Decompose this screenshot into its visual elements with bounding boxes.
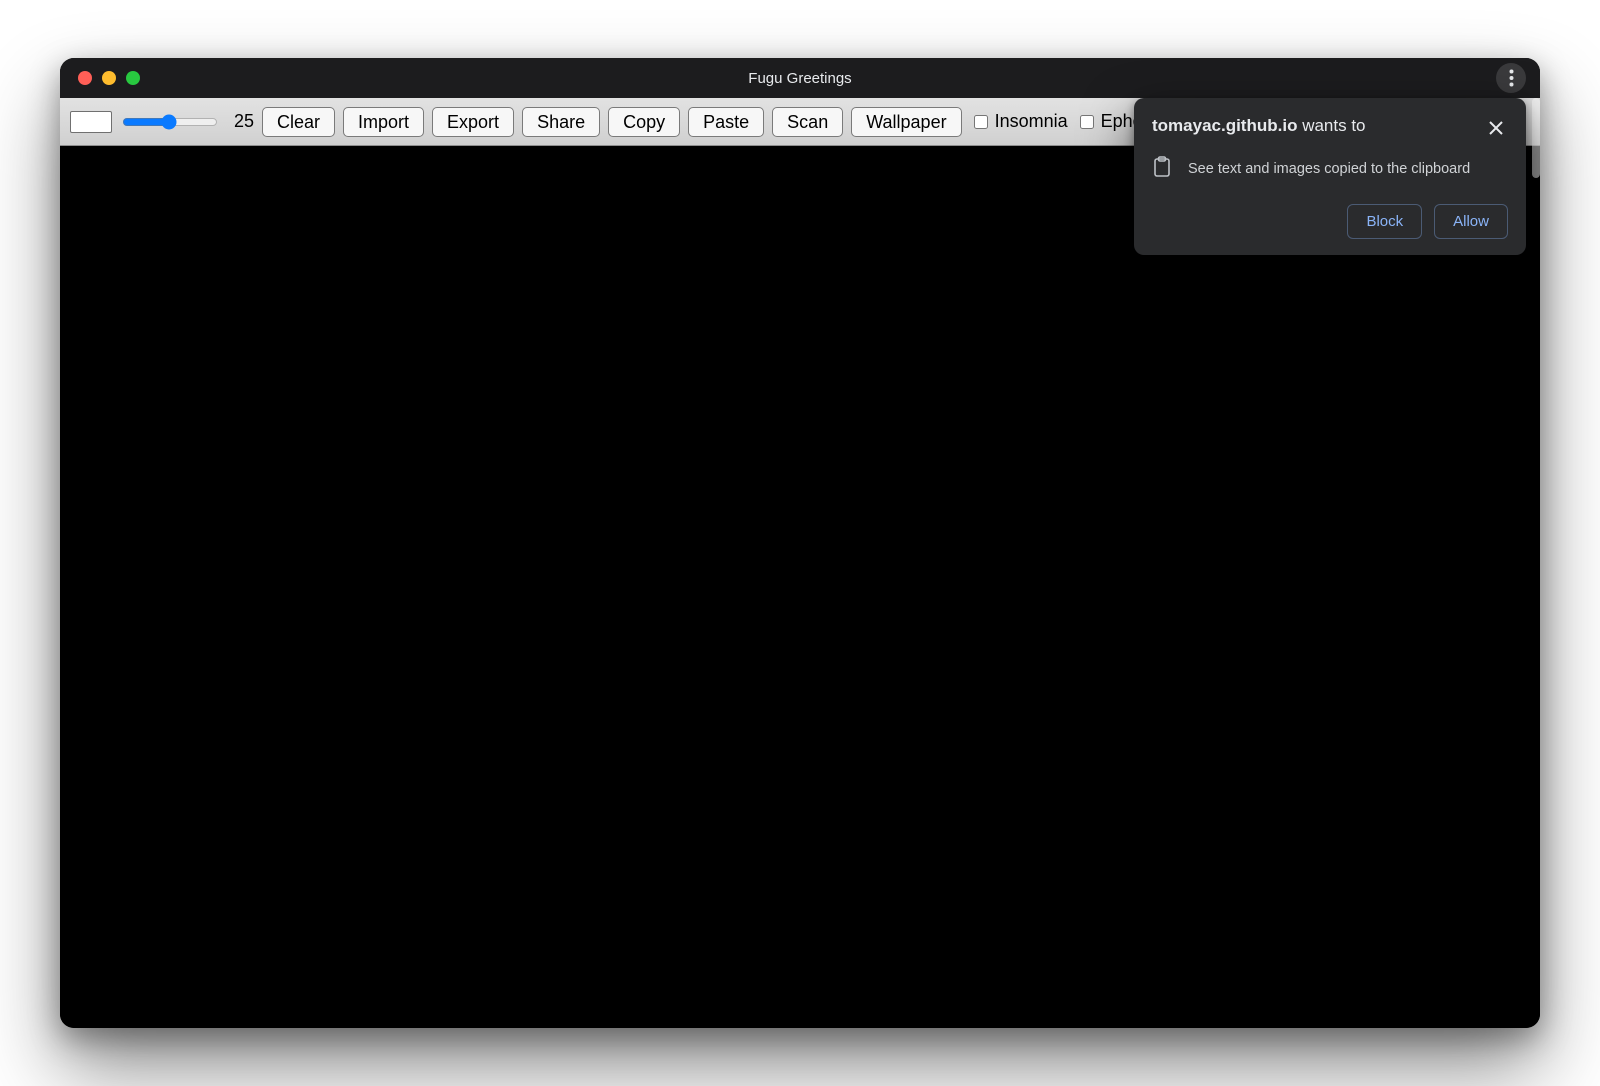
ephemeral-checkbox[interactable] bbox=[1080, 115, 1094, 129]
block-button[interactable]: Block bbox=[1347, 204, 1422, 239]
copy-button[interactable]: Copy bbox=[608, 107, 680, 137]
titlebar: Fugu Greetings bbox=[60, 58, 1540, 98]
brush-size-slider[interactable] bbox=[122, 114, 218, 130]
scan-button[interactable]: Scan bbox=[772, 107, 843, 137]
app-window: Fugu Greetings 25 Clear Import Export Sh… bbox=[60, 58, 1540, 1028]
wallpaper-button[interactable]: Wallpaper bbox=[851, 107, 961, 137]
color-swatch[interactable] bbox=[70, 111, 112, 133]
insomnia-label-text: Insomnia bbox=[995, 111, 1068, 132]
insomnia-checkbox[interactable] bbox=[974, 115, 988, 129]
permission-dialog: tomayac.github.io wants to See text and … bbox=[1134, 98, 1526, 255]
fullscreen-window-button[interactable] bbox=[126, 71, 140, 85]
drawing-canvas[interactable] bbox=[60, 146, 1540, 1028]
more-options-button[interactable] bbox=[1496, 63, 1526, 93]
share-button[interactable]: Share bbox=[522, 107, 600, 137]
permission-wants-to: wants to bbox=[1302, 116, 1365, 135]
permission-heading: tomayac.github.io wants to bbox=[1152, 116, 1366, 136]
clipboard-icon bbox=[1152, 156, 1172, 182]
close-icon bbox=[1489, 121, 1503, 135]
window-controls bbox=[78, 71, 140, 85]
brush-size-value: 25 bbox=[228, 111, 254, 132]
permission-description: See text and images copied to the clipbo… bbox=[1188, 161, 1470, 177]
clear-button[interactable]: Clear bbox=[262, 107, 335, 137]
import-button[interactable]: Import bbox=[343, 107, 424, 137]
window-title: Fugu Greetings bbox=[60, 70, 1540, 87]
paste-button[interactable]: Paste bbox=[688, 107, 764, 137]
scrollbar-thumb[interactable] bbox=[1532, 98, 1540, 178]
allow-button[interactable]: Allow bbox=[1434, 204, 1508, 239]
permission-close-button[interactable] bbox=[1484, 116, 1508, 140]
export-button[interactable]: Export bbox=[432, 107, 514, 137]
insomnia-checkbox-label[interactable]: Insomnia bbox=[970, 111, 1068, 132]
close-window-button[interactable] bbox=[78, 71, 92, 85]
vertical-dots-icon bbox=[1509, 69, 1514, 87]
permission-origin: tomayac.github.io bbox=[1152, 116, 1297, 135]
minimize-window-button[interactable] bbox=[102, 71, 116, 85]
